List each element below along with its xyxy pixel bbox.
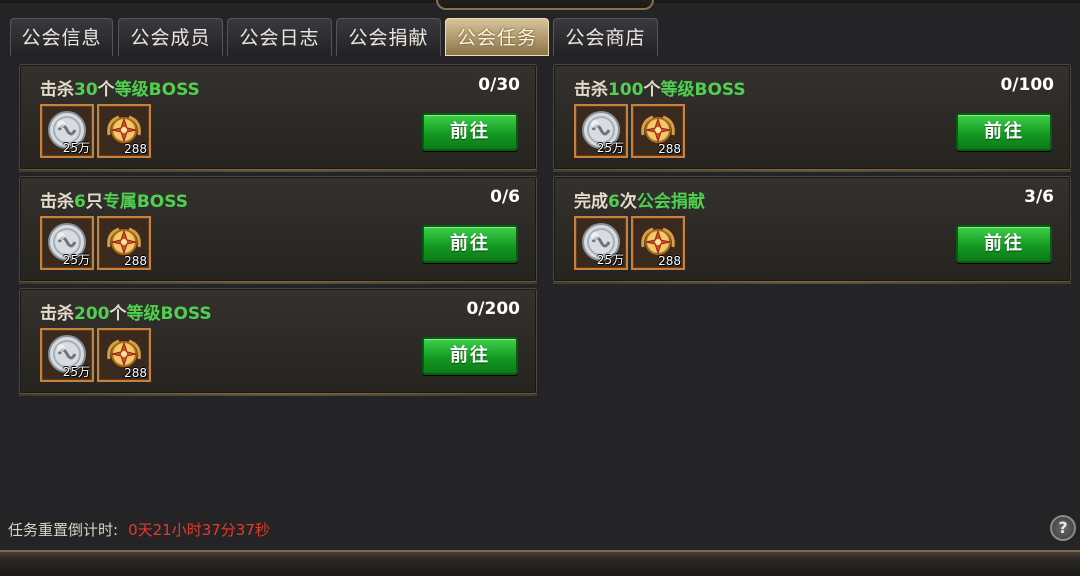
task-title-unit: 个 xyxy=(643,80,661,100)
reward-qty: 288 xyxy=(124,142,147,156)
task-progress: 0/100 xyxy=(1000,75,1054,95)
reward-item-medal[interactable]: 288 xyxy=(631,216,685,270)
reward-item-silver[interactable]: 25万 xyxy=(40,216,94,270)
task-title: 完成6次公会捐献 xyxy=(574,187,705,212)
task-title-unit: 个 xyxy=(97,80,115,100)
countdown-value: 0天21小时37分37秒 xyxy=(128,521,270,539)
task-title-target: 等级BOSS xyxy=(126,304,212,324)
top-ornament xyxy=(436,0,654,10)
goto-button[interactable]: 前往 xyxy=(956,225,1052,263)
goto-button[interactable]: 前往 xyxy=(422,337,518,375)
task-card: 击杀30个等级BOSS 0/30 25万 288 前往 xyxy=(19,64,537,172)
task-card: 击杀200个等级BOSS 0/200 25万 288 前往 xyxy=(19,288,537,396)
task-title: 击杀100个等级BOSS xyxy=(574,75,746,100)
reward-item-silver[interactable]: 25万 xyxy=(40,328,94,382)
task-title-count: 200 xyxy=(74,304,110,324)
reward-item-medal[interactable]: 288 xyxy=(631,104,685,158)
task-title: 击杀6只专属BOSS xyxy=(40,187,188,212)
reward-qty: 25万 xyxy=(62,253,90,267)
reward-qty: 25万 xyxy=(62,141,90,155)
task-card: 击杀100个等级BOSS 0/100 25万 288 前往 xyxy=(553,64,1071,172)
task-card: 击杀6只专属BOSS 0/6 25万 288 前往 xyxy=(19,176,537,284)
task-title-unit: 只 xyxy=(85,192,103,212)
help-button[interactable]: ? xyxy=(1050,515,1076,541)
reward-item-silver[interactable]: 25万 xyxy=(574,216,628,270)
task-title-prefix: 击杀 xyxy=(574,80,608,100)
task-title-target: 专属BOSS xyxy=(102,192,188,212)
task-title-count: 6 xyxy=(74,192,86,212)
task-progress: 0/30 xyxy=(478,75,520,95)
tab-guild-members[interactable]: 公会成员 xyxy=(118,18,223,56)
reward-item-silver[interactable]: 25万 xyxy=(40,104,94,158)
reward-qty: 25万 xyxy=(62,365,90,379)
task-title-count: 6 xyxy=(608,192,620,212)
reward-item-silver[interactable]: 25万 xyxy=(574,104,628,158)
reward-item-medal[interactable]: 288 xyxy=(97,104,151,158)
bottom-frame xyxy=(0,550,1080,576)
reset-countdown: 任务重置倒计时: 0天21小时37分37秒 xyxy=(8,519,270,540)
task-title-target: 等级BOSS xyxy=(660,80,746,100)
task-title: 击杀30个等级BOSS xyxy=(40,75,200,100)
task-title-prefix: 完成 xyxy=(574,192,608,212)
reward-item-medal[interactable]: 288 xyxy=(97,328,151,382)
reward-qty: 288 xyxy=(124,366,147,380)
reward-item-medal[interactable]: 288 xyxy=(97,216,151,270)
goto-button[interactable]: 前往 xyxy=(422,225,518,263)
tab-guild-log[interactable]: 公会日志 xyxy=(227,18,332,56)
task-title-unit: 个 xyxy=(109,304,127,324)
task-title: 击杀200个等级BOSS xyxy=(40,299,212,324)
task-title-prefix: 击杀 xyxy=(40,192,74,212)
task-progress: 3/6 xyxy=(1024,187,1054,207)
task-title-unit: 次 xyxy=(619,192,637,212)
task-card: 完成6次公会捐献 3/6 25万 288 前往 xyxy=(553,176,1071,284)
tab-guild-shop[interactable]: 公会商店 xyxy=(553,18,658,56)
tab-guild-info[interactable]: 公会信息 xyxy=(10,18,113,56)
task-title-count: 100 xyxy=(608,80,644,100)
reward-qty: 288 xyxy=(124,254,147,268)
task-title-count: 30 xyxy=(74,80,98,100)
reward-qty: 288 xyxy=(658,254,681,268)
task-title-target: 等级BOSS xyxy=(114,80,200,100)
goto-button[interactable]: 前往 xyxy=(956,113,1052,151)
task-title-target: 公会捐献 xyxy=(636,192,705,212)
tab-guild-tasks[interactable]: 公会任务 xyxy=(445,18,549,56)
task-progress: 0/200 xyxy=(466,299,520,319)
reward-qty: 25万 xyxy=(596,253,624,267)
reward-qty: 288 xyxy=(658,142,681,156)
goto-button[interactable]: 前往 xyxy=(422,113,518,151)
task-title-prefix: 击杀 xyxy=(40,304,74,324)
reward-qty: 25万 xyxy=(596,141,624,155)
tab-guild-donation[interactable]: 公会捐献 xyxy=(336,18,441,56)
task-progress: 0/6 xyxy=(490,187,520,207)
task-title-prefix: 击杀 xyxy=(40,80,74,100)
countdown-label: 任务重置倒计时: xyxy=(8,521,119,539)
